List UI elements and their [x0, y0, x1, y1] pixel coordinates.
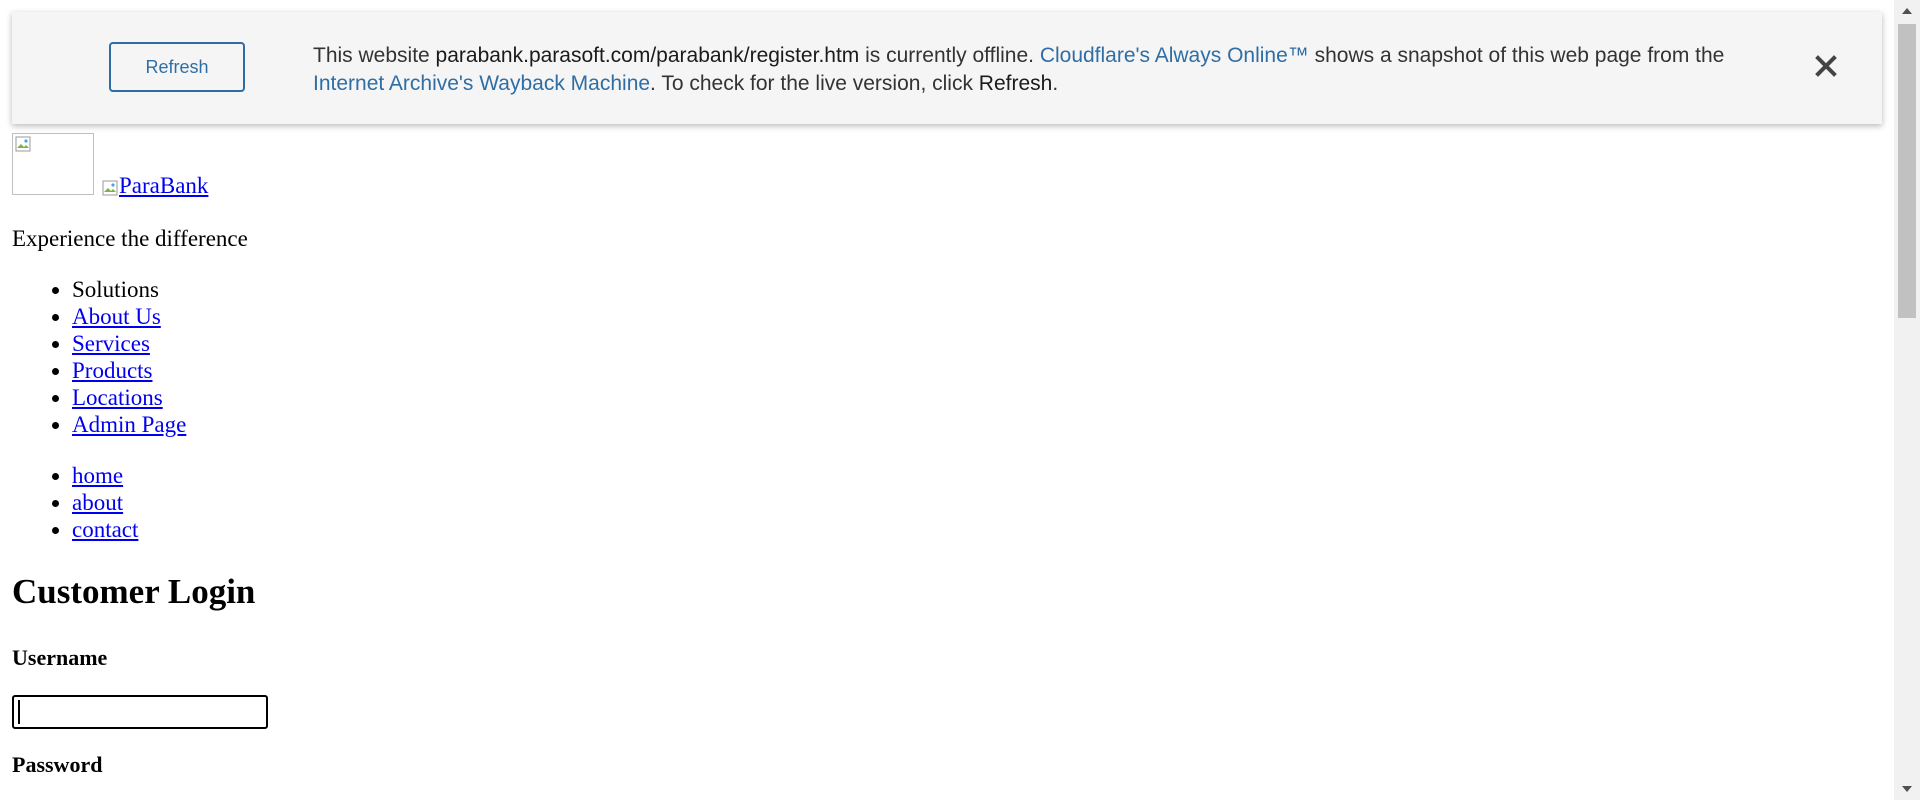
username-label: Username [12, 645, 108, 670]
home-link[interactable]: home [72, 463, 123, 488]
message-check: . To check for the live version, click [650, 72, 979, 95]
broken-image-icon [12, 133, 94, 195]
about-link[interactable]: about [72, 490, 123, 515]
tagline: Experience the difference [12, 226, 248, 251]
menu-item-about: about [72, 489, 138, 516]
always-online-link[interactable]: Cloudflare's Always Online™ [1040, 44, 1309, 67]
scroll-up-arrow-icon[interactable] [1894, 0, 1920, 22]
scroll-thumb[interactable] [1898, 24, 1916, 318]
menu-item-services: Services [72, 330, 186, 357]
parabank-link-text: ParaBank [119, 173, 209, 198]
message-prefix: This website [313, 44, 436, 67]
offline-message: This website parabank.parasoft.com/parab… [313, 42, 1773, 98]
always-online-banner: Refresh This website parabank.parasoft.c… [12, 12, 1882, 124]
menu-item-admin-page: Admin Page [72, 411, 186, 438]
message-refresh-word: Refresh [978, 72, 1053, 95]
site-url: parabank.parasoft.com/parabank/register.… [435, 44, 860, 67]
vertical-scrollbar[interactable] [1894, 0, 1920, 800]
menu-item-home: home [72, 462, 138, 489]
wayback-machine-link[interactable]: Internet Archive's Wayback Machine [313, 72, 650, 95]
menu-item-products: Products [72, 357, 186, 384]
products-link[interactable]: Products [72, 358, 153, 383]
contact-link[interactable]: contact [72, 517, 138, 542]
menu-item-contact: contact [72, 516, 138, 543]
menu-label-solutions: Solutions [72, 277, 159, 302]
solutions-menu: Solutions About Us Services Products Loc… [12, 276, 186, 438]
broken-image-icon [102, 180, 118, 196]
customer-login-title: Customer Login [12, 572, 256, 611]
locations-link[interactable]: Locations [72, 385, 163, 410]
page-viewport: Refresh This website parabank.parasoft.c… [0, 0, 1894, 800]
password-label: Password [12, 752, 103, 777]
menu-item-solutions: Solutions [72, 276, 186, 303]
menu-item-locations: Locations [72, 384, 186, 411]
menu-item-about-us: About Us [72, 303, 186, 330]
services-link[interactable]: Services [72, 331, 150, 356]
parabank-home-link[interactable]: ParaBank [102, 173, 208, 199]
top-nav-menu: home about contact [12, 462, 138, 543]
about-us-link[interactable]: About Us [72, 304, 161, 329]
message-snapshot: shows a snapshot of this web page from t… [1308, 44, 1725, 67]
scroll-down-arrow-icon[interactable] [1894, 778, 1920, 800]
close-icon[interactable] [1812, 52, 1840, 80]
message-offline: is currently offline. [859, 44, 1040, 67]
refresh-button[interactable]: Refresh [109, 42, 245, 92]
message-end: . [1052, 72, 1059, 95]
text-caret [18, 700, 20, 724]
username-input[interactable] [12, 695, 268, 729]
admin-page-link[interactable]: Admin Page [72, 412, 186, 437]
